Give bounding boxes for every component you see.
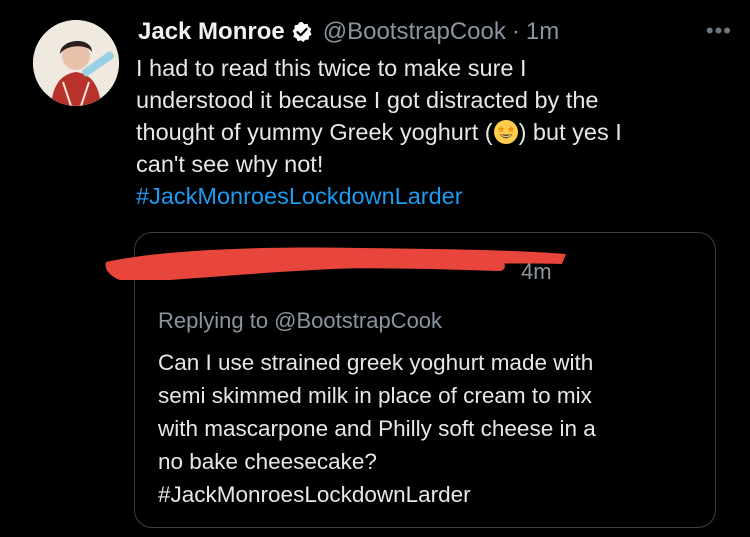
- verified-badge-icon: [292, 22, 312, 42]
- author-handle[interactable]: @BootstrapCook: [323, 18, 506, 46]
- more-options-icon[interactable]: •••: [706, 18, 732, 44]
- quoted-line: no bake cheesecake?: [158, 449, 377, 474]
- tweet-header: Jack Monroe @BootstrapCook · 1m: [138, 14, 730, 50]
- tweet-line: understood it because I got distracted b…: [136, 87, 599, 113]
- quoted-line: semi skimmed milk in place of cream to m…: [158, 383, 592, 408]
- redaction-scribble: [105, 247, 567, 280]
- avatar[interactable]: [33, 20, 119, 106]
- tweet-line: I had to read this twice to make sure I: [136, 55, 527, 81]
- replying-to-label[interactable]: Replying to @BootstrapCook: [158, 308, 442, 334]
- star-struck-emoji-icon: [493, 120, 518, 144]
- quoted-line: Can I use strained greek yoghurt made wi…: [158, 350, 594, 375]
- tweet-line: thought of yummy Greek yoghurt ( ) but y…: [136, 116, 736, 148]
- tweet-timestamp[interactable]: 1m: [526, 18, 559, 46]
- tweet-line-segment: thought of yummy Greek yoghurt (: [136, 119, 493, 145]
- quoted-hashtag[interactable]: #JackMonroesLockdownLarder: [158, 478, 708, 511]
- separator-dot: ·: [511, 18, 520, 45]
- author-name[interactable]: Jack Monroe: [138, 18, 285, 46]
- quoted-tweet-body: Can I use strained greek yoghurt made wi…: [158, 346, 708, 511]
- tweet-line: can't see why not!: [136, 151, 324, 177]
- tweet-body: I had to read this twice to make sure I …: [136, 52, 736, 212]
- hashtag-link[interactable]: #JackMonroesLockdownLarder: [136, 183, 463, 209]
- tweet-line-segment: ) but yes I: [518, 119, 622, 145]
- quoted-line: with mascarpone and Philly soft cheese i…: [158, 416, 596, 441]
